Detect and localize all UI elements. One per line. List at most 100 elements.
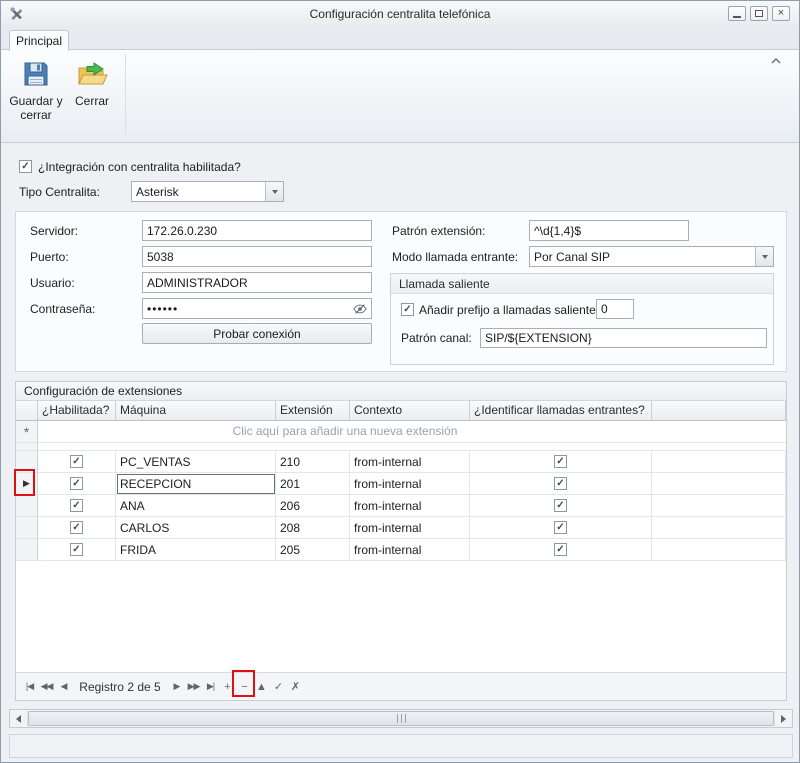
end-edit-button[interactable]: ✓ [271,680,286,693]
contexto-cell[interactable]: from-internal [350,539,470,561]
habilitada-cell[interactable]: ✓ [38,451,116,473]
last-button[interactable]: ▶| [203,681,218,692]
extension-cell[interactable]: 201 [276,473,350,495]
row-filler [652,539,786,561]
modo-dropdown-button[interactable] [755,247,773,266]
close-button[interactable]: × [772,6,790,21]
maquina-cell[interactable]: FRIDA [116,539,276,561]
identificar-cell[interactable]: ✓ [470,517,652,539]
grid-gap-row [16,443,786,451]
nav-buttons-left: |◀◀◀◀ [22,681,71,692]
probar-conexion-button[interactable]: Probar conexión [142,323,372,344]
extension-cell[interactable]: 205 [276,539,350,561]
prefijo-input[interactable]: 0 [596,299,634,319]
row-filler [652,517,786,539]
identificar-cell[interactable]: ✓ [470,539,652,561]
next-button[interactable]: ▶ [169,681,184,692]
column-header-extension[interactable]: Extensión [276,401,350,421]
checkbox-checked-icon[interactable]: ✓ [70,543,83,556]
contexto-cell[interactable]: from-internal [350,451,470,473]
prefijo-checkbox[interactable]: ✓ [401,303,414,316]
maquina-cell[interactable]: RECEPCION [116,473,276,495]
tipo-dropdown-button[interactable] [265,182,283,201]
integration-checkbox[interactable]: ✓ [19,160,32,173]
minimize-button[interactable] [728,6,746,21]
eye-off-icon[interactable] [353,302,367,316]
prev-button[interactable]: ◀ [56,681,71,692]
scroll-right-button[interactable] [774,710,792,727]
extension-row[interactable]: ✓ FRIDA205from-internal ✓ [16,539,786,561]
column-header-habilitada[interactable]: ¿Habilitada? [38,401,116,421]
extension-cell[interactable]: 206 [276,495,350,517]
column-header-maquina[interactable]: Máquina [116,401,276,421]
checkbox-checked-icon[interactable]: ✓ [554,455,567,468]
checkbox-checked-icon[interactable]: ✓ [554,521,567,534]
checkbox-checked-icon[interactable]: ✓ [554,477,567,490]
servidor-input[interactable]: 172.26.0.230 [142,220,372,241]
habilitada-cell[interactable]: ✓ [38,495,116,517]
tipo-centralita-select[interactable]: Asterisk [131,181,284,202]
habilitada-cell[interactable]: ✓ [38,517,116,539]
checkbox-checked-icon[interactable]: ✓ [70,477,83,490]
checkbox-checked-icon[interactable]: ✓ [70,455,83,468]
maximize-button[interactable] [750,6,768,21]
column-header-contexto[interactable]: Contexto [350,401,470,421]
save-and-close-button[interactable]: Guardar y cerrar [9,54,63,136]
extension-cell[interactable]: 208 [276,517,350,539]
habilitada-cell[interactable]: ✓ [38,539,116,561]
contrasena-input[interactable]: •••••• [142,298,372,319]
maquina-cell[interactable]: PC_VENTAS [116,451,276,473]
gap-filler [38,443,786,451]
cerrar-button[interactable]: Cerrar [67,54,117,136]
row-filler [652,495,786,517]
identificar-cell[interactable]: ✓ [470,451,652,473]
row-indicator [16,517,38,539]
tipo-centralita-value: Asterisk [132,185,265,199]
servidor-label: Servidor: [30,221,78,241]
habilitada-cell[interactable]: ✓ [38,473,116,495]
checkbox-checked-icon[interactable]: ✓ [554,543,567,556]
chevron-down-icon [762,255,768,259]
ribbon-panel: Guardar y cerrar Cerrar [1,49,799,143]
identificar-cell[interactable]: ✓ [470,495,652,517]
checkbox-checked-icon[interactable]: ✓ [70,521,83,534]
checkbox-checked-icon[interactable]: ✓ [554,499,567,512]
contexto-cell[interactable]: from-internal [350,473,470,495]
patron-canal-input[interactable]: SIP/${EXTENSION} [480,328,767,348]
patron-extension-input[interactable]: ^\d{1,4}$ [529,220,689,241]
cancel-edit-button[interactable]: ✗ [288,680,303,693]
usuario-input[interactable]: ADMINISTRADOR [142,272,372,293]
save-and-close-label: Guardar y cerrar [9,94,63,122]
patron-extension-label: Patrón extensión: [392,221,485,241]
annotation-current-row-indicator [14,469,35,496]
title-bar[interactable]: Configuración centralita telefónica × [1,1,799,28]
first-button[interactable]: |◀ [22,681,37,692]
scroll-left-button[interactable] [10,710,28,727]
edit-button[interactable]: ▲ [254,681,269,693]
grid-new-row[interactable]: * Clic aquí para añadir una nueva extens… [16,421,786,443]
ribbon-collapse-button[interactable] [765,52,787,70]
scrollbar-thumb[interactable] [28,711,774,726]
next-page-button[interactable]: ▶▶ [186,681,201,692]
extension-row[interactable]: ✓ CARLOS208from-internal ✓ [16,517,786,539]
new-row-text[interactable]: Clic aquí para añadir una nueva extensió… [38,421,652,443]
extension-row[interactable]: ✓ PC_VENTAS210from-internal ✓ [16,451,786,473]
contexto-cell[interactable]: from-internal [350,495,470,517]
maquina-cell[interactable]: ANA [116,495,276,517]
extension-cell[interactable]: 210 [276,451,350,473]
tab-principal[interactable]: Principal [9,30,69,51]
column-header-identificar[interactable]: ¿Identificar llamadas entrantes? [470,401,652,421]
grid-header-row: ¿Habilitada? Máquina Extensión Contexto … [16,401,786,421]
maquina-cell[interactable]: CARLOS [116,517,276,539]
identificar-cell[interactable]: ✓ [470,473,652,495]
prev-page-button[interactable]: ◀◀ [39,681,54,692]
puerto-input[interactable]: 5038 [142,246,372,267]
contexto-cell[interactable]: from-internal [350,517,470,539]
extension-row[interactable]: ✓ ANA206from-internal ✓ [16,495,786,517]
row-filler [652,473,786,495]
extensions-group-title: Configuración de extensiones [16,382,786,401]
modo-llamada-select[interactable]: Por Canal SIP [529,246,774,267]
checkbox-checked-icon[interactable]: ✓ [70,499,83,512]
horizontal-scrollbar[interactable] [9,709,793,728]
extension-row[interactable]: ▶✓RECEPCION201from-internal✓ [16,473,786,495]
